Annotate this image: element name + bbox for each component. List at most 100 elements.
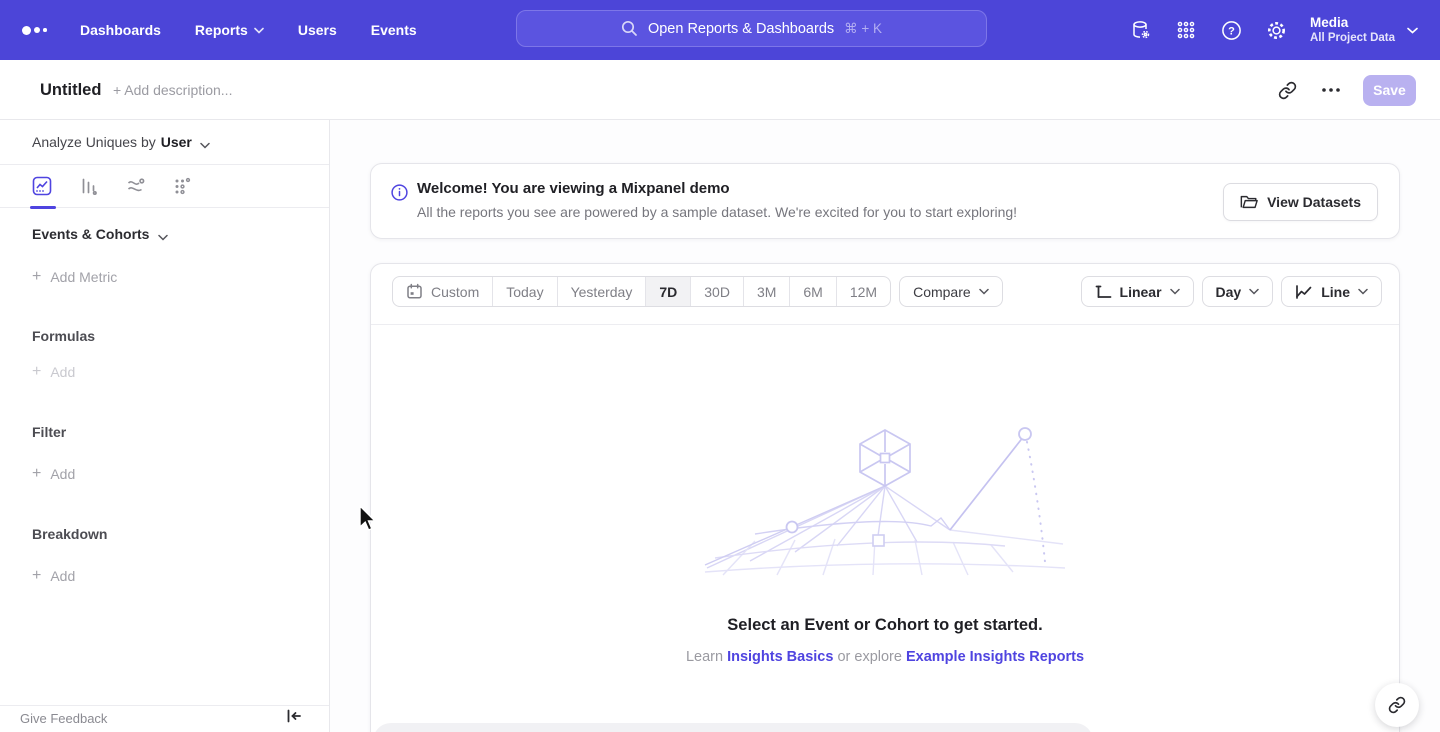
nav-events-label: Events (371, 22, 417, 38)
view-datasets-button[interactable]: View Datasets (1223, 183, 1378, 221)
interval-dropdown[interactable]: Day (1202, 276, 1274, 307)
range-custom[interactable]: Custom (393, 277, 493, 306)
share-link-fab[interactable] (1375, 683, 1419, 727)
add-filter-button[interactable]: +Add (32, 464, 75, 484)
add-formula-button[interactable]: + Add (32, 362, 75, 382)
range-yesterday[interactable]: Yesterday (558, 277, 647, 306)
main-content: Welcome! You are viewing a Mixpanel demo… (330, 120, 1440, 732)
dots-grid-icon (173, 176, 193, 196)
project-scope: All Project Data (1310, 31, 1395, 46)
range-7d-label: 7D (659, 284, 677, 300)
report-description-placeholder[interactable]: + Add description... (113, 60, 232, 120)
compare-label: Compare (913, 284, 971, 300)
tab-insights-line[interactable] (32, 176, 52, 196)
scale-label: Linear (1120, 284, 1162, 300)
more-options-icon[interactable] (1319, 78, 1343, 102)
save-button[interactable]: Save (1363, 75, 1416, 106)
report-actions: Save (1275, 60, 1416, 120)
chart-type-dropdown[interactable]: Line (1281, 276, 1382, 307)
settings-gear-icon[interactable] (1265, 19, 1287, 41)
tab-flows-chart[interactable] (126, 176, 146, 196)
tab-retention-grid[interactable] (173, 176, 193, 196)
search-icon (621, 20, 638, 37)
chevron-down-icon (1358, 288, 1368, 295)
events-cohorts-label: Events & Cohorts (32, 226, 149, 242)
project-name: Media (1310, 14, 1395, 31)
range-today[interactable]: Today (493, 277, 557, 306)
flows-icon (126, 176, 146, 196)
chevron-down-icon (158, 234, 168, 241)
range-3m[interactable]: 3M (744, 277, 790, 306)
view-datasets-label: View Datasets (1267, 194, 1361, 210)
analyze-prefix: Analyze Uniques by (32, 134, 156, 150)
range-6m-label: 6M (803, 284, 822, 300)
query-sidebar: Analyze Uniques byUser Events & Cohorts … (0, 120, 330, 732)
plus-icon: + (32, 363, 41, 381)
copy-link-icon[interactable] (1275, 78, 1299, 102)
info-icon (391, 184, 408, 206)
tab-bar-chart[interactable] (79, 176, 99, 196)
apps-grid-icon[interactable] (1175, 19, 1197, 41)
project-switcher[interactable]: Media All Project Data (1310, 14, 1418, 46)
empty-state-links: Learn Insights Basics or explore Example… (371, 649, 1399, 665)
calendar-icon (406, 283, 423, 300)
range-12m[interactable]: 12M (837, 277, 890, 306)
range-30d-label: 30D (704, 284, 730, 300)
controls-divider (371, 324, 1399, 325)
add-formula-label: Add (50, 362, 75, 382)
breakdown-heading: Breakdown (32, 524, 107, 544)
chevron-down-icon (979, 288, 989, 295)
range-yesterday-label: Yesterday (571, 284, 633, 300)
chevron-down-icon (1249, 288, 1259, 295)
nav-users-label: Users (298, 22, 337, 38)
range-7d-selected[interactable]: 7D (646, 277, 691, 306)
add-filter-label: Add (50, 464, 75, 484)
chevron-down-icon (254, 27, 264, 34)
chevron-down-icon (1170, 288, 1180, 295)
insights-basics-link[interactable]: Insights Basics (727, 649, 833, 665)
scale-dropdown[interactable]: Linear (1081, 276, 1194, 307)
mixpanel-logo[interactable] (22, 0, 47, 60)
welcome-banner: Welcome! You are viewing a Mixpanel demo… (370, 163, 1400, 239)
sidebar-footer: Give Feedback (0, 705, 329, 732)
chart-controls: Custom Today Yesterday 7D 30D 3M 6M 12M … (392, 276, 1382, 307)
add-breakdown-label: Add (50, 566, 75, 586)
filter-heading: Filter (32, 422, 66, 442)
nav-users[interactable]: Users (298, 22, 337, 38)
give-feedback-link[interactable]: Give Feedback (20, 711, 107, 726)
report-title[interactable]: Untitled (40, 60, 101, 120)
insights-report-card: Custom Today Yesterday 7D 30D 3M 6M 12M … (370, 263, 1400, 732)
analyze-uniques-row[interactable]: Analyze Uniques by User (0, 120, 329, 165)
nav-reports[interactable]: Reports (195, 22, 264, 38)
banner-subtitle: All the reports you see are powered by a… (417, 204, 1017, 220)
line-chart-icon (1295, 284, 1313, 300)
example-reports-link[interactable]: Example Insights Reports (906, 649, 1084, 665)
add-metric-button[interactable]: +Add Metric (32, 267, 117, 287)
global-search[interactable]: Open Reports & Dashboards ⌘ + K (516, 10, 987, 47)
data-management-icon[interactable] (1130, 19, 1152, 41)
link-icon (1388, 696, 1406, 714)
range-custom-label: Custom (431, 284, 479, 300)
banner-title: Welcome! You are viewing a Mixpanel demo (417, 180, 730, 197)
interval-label: Day (1216, 284, 1242, 300)
add-breakdown-button[interactable]: +Add (32, 566, 75, 586)
analyze-value[interactable]: User (161, 134, 192, 150)
date-range-selector: Custom Today Yesterday 7D 30D 3M 6M 12M (392, 276, 891, 307)
range-12m-label: 12M (850, 284, 877, 300)
search-shortcut: ⌘ + K (844, 21, 882, 37)
range-6m[interactable]: 6M (790, 277, 836, 306)
nav-dashboards[interactable]: Dashboards (80, 22, 161, 38)
range-30d[interactable]: 30D (691, 277, 744, 306)
bar-chart-icon (79, 176, 99, 196)
chart-type-label: Line (1321, 284, 1350, 300)
chart-display-controls: Linear Day Line (1081, 276, 1382, 307)
insights-chart-icon (32, 176, 52, 196)
learn-prefix: Learn (686, 649, 723, 665)
range-3m-label: 3M (757, 284, 776, 300)
collapse-sidebar-icon[interactable] (286, 709, 302, 728)
events-cohorts-heading[interactable]: Events & Cohorts (32, 224, 168, 244)
nav-events[interactable]: Events (371, 22, 417, 38)
compare-dropdown[interactable]: Compare (899, 276, 1003, 307)
help-icon[interactable]: ? (1220, 19, 1242, 41)
add-metric-label: Add Metric (50, 267, 117, 287)
